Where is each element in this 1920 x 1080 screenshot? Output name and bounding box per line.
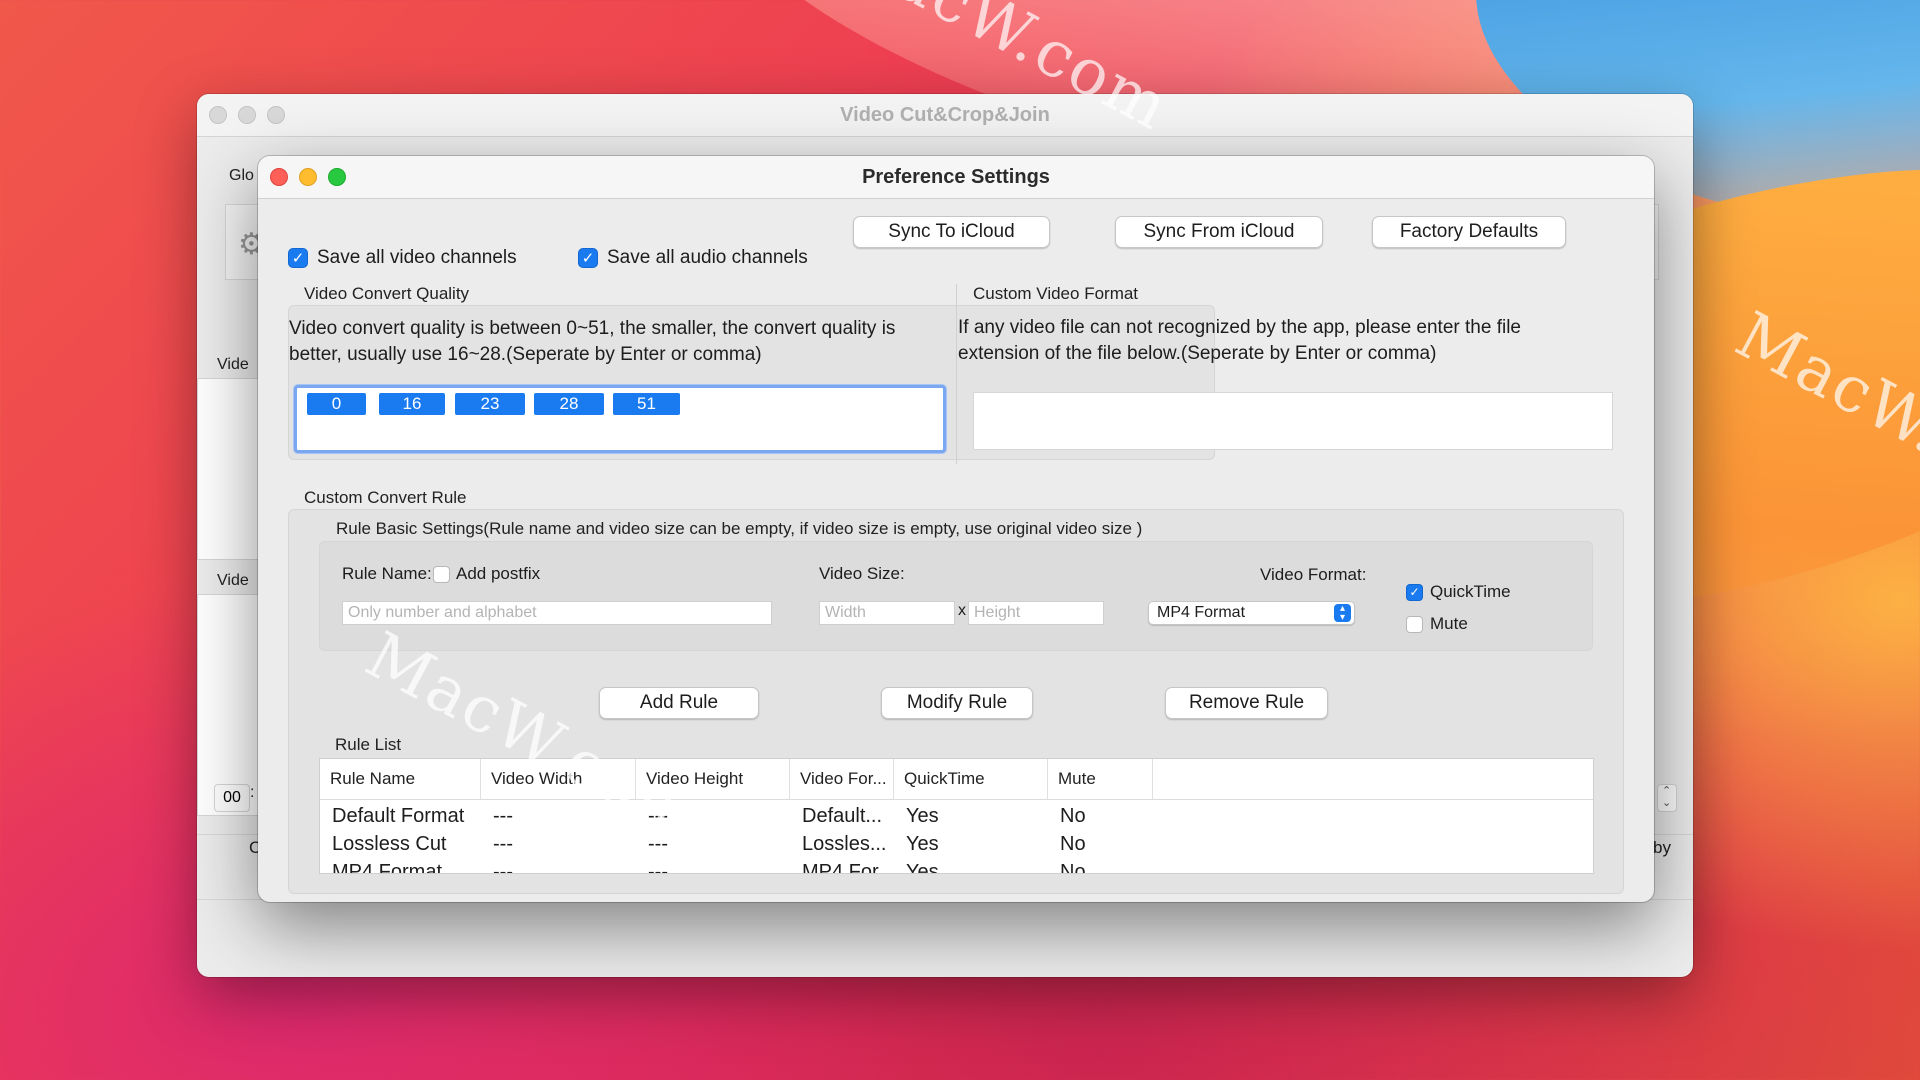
save-audio-channels-label: Save all audio channels	[607, 247, 808, 268]
video-format-value: MP4 Format	[1157, 604, 1246, 621]
main-minimize-button[interactable]	[238, 106, 256, 124]
checkmark-icon: ✓	[578, 248, 598, 268]
add-postfix-label: Add postfix	[456, 564, 541, 583]
cell-rule-name: Default Format	[332, 805, 465, 827]
main-time-colon: :	[250, 784, 255, 801]
quicktime-label: QuickTime	[1430, 582, 1511, 601]
pref-window-controls	[270, 156, 346, 198]
rule-list-table[interactable]: Rule Name Video Width Video Height Video…	[319, 758, 1594, 874]
cell-video-height: ---	[648, 861, 668, 874]
quality-token-field[interactable]: 0 16 23 28 51	[294, 385, 946, 453]
pref-minimize-button[interactable]	[299, 168, 317, 186]
main-video-label-2: Vide	[217, 572, 249, 589]
cell-rule-name: Lossless Cut	[332, 833, 447, 855]
main-column-fragment-right: by	[1653, 838, 1671, 857]
cell-quicktime: Yes	[906, 805, 939, 827]
pref-window-title: Preference Settings	[862, 166, 1050, 188]
rule-name-label: Rule Name:	[342, 564, 432, 583]
column-header-mute[interactable]: Mute	[1048, 759, 1153, 799]
factory-defaults-button[interactable]: Factory Defaults	[1372, 216, 1566, 248]
cell-quicktime: Yes	[906, 833, 939, 855]
column-header-rule-name[interactable]: Rule Name	[320, 759, 481, 799]
width-input[interactable]	[819, 601, 955, 625]
cell-video-height: ---	[648, 833, 668, 855]
quality-token[interactable]: 16	[379, 393, 445, 415]
cell-video-height: ---	[648, 805, 668, 827]
rule-list-header: Rule Name Video Width Video Height Video…	[320, 759, 1593, 800]
cell-mute: No	[1060, 861, 1086, 874]
save-video-channels-checkbox[interactable]: ✓ Save all video channels	[288, 247, 517, 269]
rule-name-input[interactable]	[342, 601, 772, 625]
remove-rule-button[interactable]: Remove Rule	[1165, 687, 1328, 719]
quicktime-checkbox[interactable]: ✓ QuickTime	[1406, 582, 1511, 602]
video-format-select[interactable]: MP4 Format ▴ ▾	[1148, 601, 1355, 625]
checkbox-icon	[1406, 615, 1423, 633]
quality-token[interactable]: 28	[534, 393, 604, 415]
column-header-video-height[interactable]: Video Height	[636, 759, 790, 799]
checkmark-icon: ✓	[288, 248, 308, 268]
custom-convert-rule-label: Custom Convert Rule	[304, 488, 467, 507]
cell-mute: No	[1060, 805, 1086, 827]
column-header-video-format[interactable]: Video For...	[790, 759, 894, 799]
checkmark-icon: ✓	[1406, 583, 1423, 601]
cell-quicktime: Yes	[906, 861, 939, 874]
sync-to-icloud-button[interactable]: Sync To iCloud	[853, 216, 1050, 248]
cell-video-format: Default...	[802, 805, 883, 827]
mute-label: Mute	[1430, 614, 1468, 633]
modify-rule-button[interactable]: Modify Rule	[881, 687, 1033, 719]
pref-titlebar: Preference Settings	[258, 156, 1654, 199]
main-titlebar: Video Cut&Crop&Join	[197, 94, 1693, 137]
cell-mute: No	[1060, 833, 1086, 855]
add-postfix-checkbox[interactable]: Add postfix	[433, 564, 540, 584]
rule-basic-settings-label: Rule Basic Settings(Rule name and video …	[336, 519, 1143, 538]
rule-list-label: Rule List	[335, 735, 402, 754]
cell-video-width: ---	[493, 861, 513, 874]
table-row[interactable]: Default Format --- --- Default... Yes No	[320, 802, 1593, 830]
video-format-label: Video Format:	[1260, 565, 1367, 584]
quality-token[interactable]: 23	[455, 393, 525, 415]
main-video-label-1: Vide	[217, 356, 249, 373]
size-separator: x	[958, 602, 966, 619]
pref-zoom-button[interactable]	[328, 168, 346, 186]
add-rule-button[interactable]: Add Rule	[599, 687, 759, 719]
video-size-label: Video Size:	[819, 564, 905, 583]
stepper-arrows-icon: ⌃ ⌄	[1662, 785, 1672, 809]
preference-settings-window: Preference Settings Sync To iCloud Sync …	[258, 156, 1654, 902]
table-row[interactable]: Lossless Cut --- --- Lossles... Yes No	[320, 830, 1593, 858]
custom-format-input[interactable]	[973, 392, 1613, 450]
cell-video-width: ---	[493, 833, 513, 855]
main-global-label: Glo	[229, 167, 254, 184]
main-window-controls	[209, 94, 285, 136]
checkbox-icon	[433, 565, 450, 583]
cell-video-width: ---	[493, 805, 513, 827]
mute-checkbox[interactable]: Mute	[1406, 614, 1468, 634]
cell-video-format: MP4 For...	[802, 861, 894, 874]
height-input[interactable]	[968, 601, 1104, 625]
save-audio-channels-checkbox[interactable]: ✓ Save all audio channels	[578, 247, 808, 269]
main-zoom-button[interactable]	[267, 106, 285, 124]
pref-body: Sync To iCloud Sync From iCloud Factory …	[258, 199, 1654, 902]
quality-token[interactable]: 51	[613, 393, 680, 415]
sync-from-icloud-button[interactable]: Sync From iCloud	[1115, 216, 1323, 248]
table-row[interactable]: MP4 Format --- --- MP4 For... Yes No	[320, 858, 1593, 874]
cell-video-format: Lossles...	[802, 833, 887, 855]
main-window-title: Video Cut&Crop&Join	[840, 104, 1050, 126]
column-header-quicktime[interactable]: QuickTime	[894, 759, 1048, 799]
section-divider	[956, 284, 957, 464]
custom-format-description: If any video file can not recognized by …	[958, 317, 1521, 364]
cell-rule-name: MP4 Format	[332, 861, 443, 874]
quality-token[interactable]: 0	[307, 393, 366, 415]
video-convert-quality-label: Video Convert Quality	[304, 284, 470, 303]
main-time-field[interactable]: 00	[214, 784, 250, 812]
main-time-value: 00	[223, 789, 241, 806]
main-time-stepper[interactable]: ⌃ ⌄	[1657, 784, 1677, 812]
rule-basic-settings-group	[319, 541, 1593, 651]
quality-description: Video convert quality is between 0~51, t…	[289, 318, 896, 365]
column-header-video-width[interactable]: Video Width	[481, 759, 636, 799]
save-video-channels-label: Save all video channels	[317, 247, 517, 268]
pref-close-button[interactable]	[270, 168, 288, 186]
main-close-button[interactable]	[209, 106, 227, 124]
custom-video-format-label: Custom Video Format	[973, 284, 1139, 303]
select-arrows-icon: ▴ ▾	[1334, 604, 1351, 623]
